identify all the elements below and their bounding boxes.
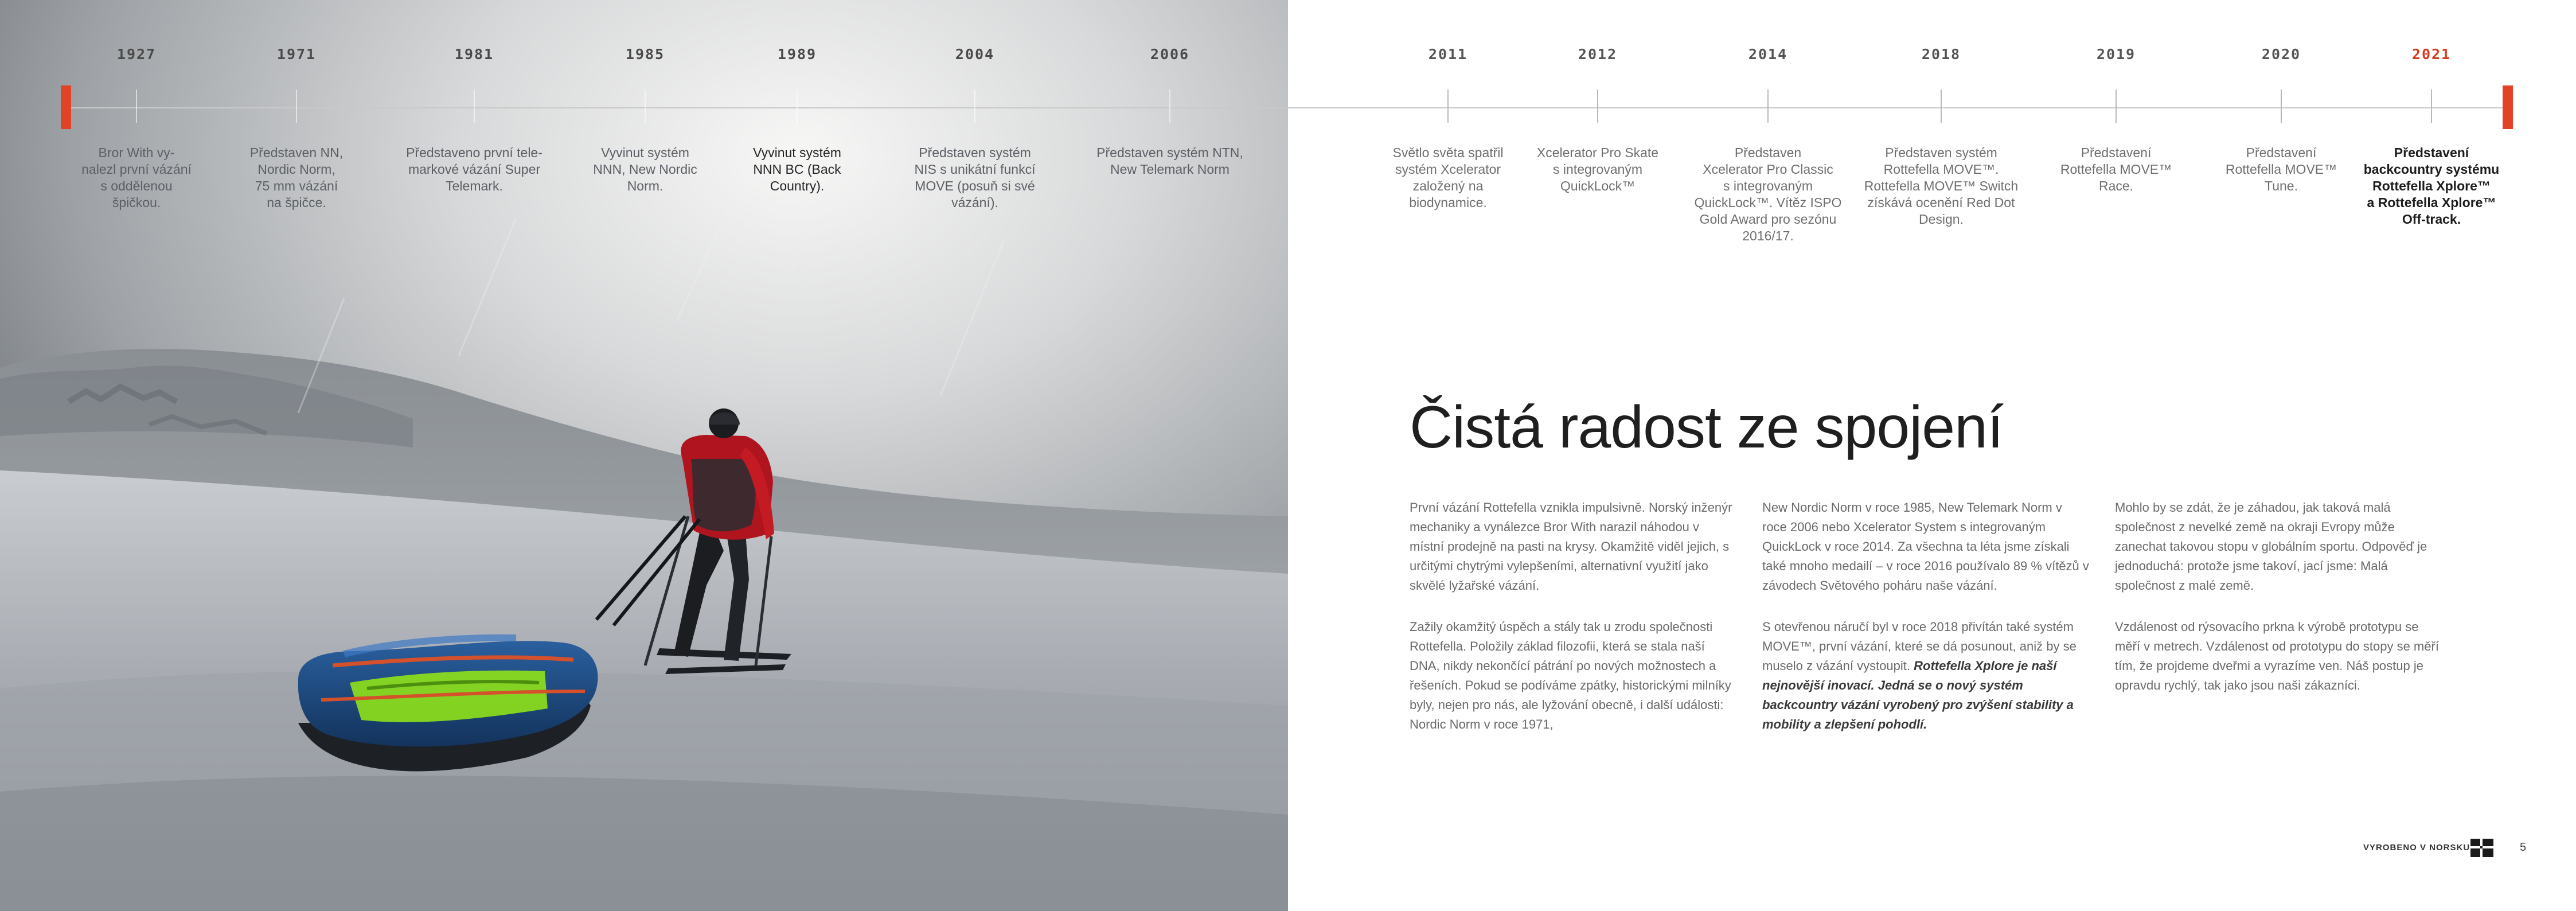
paragraph: Mohlo by se zdát, že je záhadou, jak tak…	[2115, 500, 2427, 593]
timeline-tick	[1169, 89, 1170, 123]
timeline-tick	[797, 89, 798, 123]
timeline-event-text: Představen systém NTN, New Telemark Norm	[1096, 145, 1243, 177]
timeline-tick	[645, 89, 646, 123]
timeline-year: 1971	[276, 46, 317, 63]
paragraph: První vázání Rottefella vznikla impulsiv…	[1410, 500, 1732, 593]
text-column-2: New Nordic Norm v roce 1985, New Telemar…	[1762, 498, 2089, 756]
text-column-3: Mohlo by se zdát, že je záhadou, jak tak…	[2115, 498, 2442, 717]
timeline-tick	[2281, 89, 2282, 123]
timeline-tick	[1767, 89, 1769, 123]
timeline-tick	[1597, 89, 1598, 123]
brochure-spread: Čistá radost ze spojení První vázání Rot…	[0, 0, 2576, 911]
timeline-tick	[974, 89, 975, 123]
skier-pulling-sled-illustration	[0, 0, 1288, 911]
paragraph: Zažily okamžitý úspěch a stály tak u zro…	[1410, 620, 1731, 731]
page-number: 5	[2520, 841, 2527, 854]
timeline-event-text: Představen systém NIS s unikátní funkcí MO…	[914, 145, 1036, 210]
timeline-year: 2018	[1921, 46, 1961, 63]
timeline-event-text: Představeno první tele-markové vázání Su…	[406, 145, 542, 193]
timeline-tick	[2116, 89, 2117, 123]
expedition-photo	[0, 0, 1288, 911]
timeline-end-marker	[2503, 85, 2513, 129]
timeline-event-text: Vyvinut systém NNN, New Nordic Norm.	[593, 145, 697, 193]
paragraph: New Nordic Norm v roce 1985, New Telemar…	[1762, 500, 2089, 593]
timeline-year: 2006	[1150, 46, 1190, 63]
timeline-year: 2004	[955, 46, 995, 63]
paragraph: S otevřenou náručí byl v roce 2018 přiví…	[1762, 617, 2089, 734]
timeline-event-text: Vyvinut systém NNN BC (Back Country).	[753, 145, 841, 193]
timeline-event-text: Představení Rottefella MOVE™ Tune.	[2225, 145, 2337, 193]
timeline-tick	[2431, 89, 2432, 123]
timeline-tick	[1447, 89, 1449, 123]
timeline-year: 1989	[777, 46, 817, 63]
timeline-tick	[296, 89, 297, 123]
timeline-event-text: Představen NN, Nordic Norm, 75 mm vázání na…	[249, 145, 344, 210]
timeline-event-text: Představení Rottefella MOVE™ Race.	[2060, 145, 2172, 193]
page-title: Čistá radost ze spojení	[1410, 394, 2004, 461]
timeline-event-text: Xcelerator Pro Skate s integrovaným QuickL…	[1536, 145, 1659, 193]
timeline-year: 2020	[2261, 46, 2301, 63]
timeline-event-text: Bror With vy-nalezl první vázání s odděle…	[81, 145, 192, 210]
timeline-year: 2019	[2096, 46, 2136, 63]
timeline-event-text: Představen Xcelerator Pro Classic s integr…	[1694, 145, 1842, 243]
timeline-tick	[136, 89, 137, 123]
brand-logo-icon	[2470, 839, 2493, 857]
timeline-year: 2021	[2411, 46, 2452, 63]
text-column-1: První vázání Rottefella vznikla impulsiv…	[1410, 498, 1736, 756]
timeline-year: 1985	[625, 46, 665, 63]
timeline-axis	[69, 107, 2503, 108]
timeline-year: 2012	[1578, 46, 1618, 63]
timeline-year: 2011	[1428, 46, 1468, 63]
timeline-event-text: Představení backcountry systému Rottefella…	[2363, 145, 2500, 227]
timeline-tick	[474, 89, 475, 123]
timeline-start-marker	[61, 85, 71, 129]
timeline-tick	[1941, 89, 1942, 123]
timeline-year: 2014	[1748, 46, 1788, 63]
paragraph: Vzdálenost od rýsovacího prkna k výrobě …	[2115, 620, 2439, 692]
timeline-year: 1927	[116, 46, 157, 63]
footer-label: VYROBENO V NORSKU	[2363, 843, 2470, 852]
timeline-event-text: Představen systém Rottefella MOVE™. Rottef…	[1864, 145, 2019, 227]
timeline-event-text: Světlo světa spatřil systém Xcelerator zal…	[1392, 145, 1504, 210]
timeline-year: 1981	[454, 46, 494, 63]
